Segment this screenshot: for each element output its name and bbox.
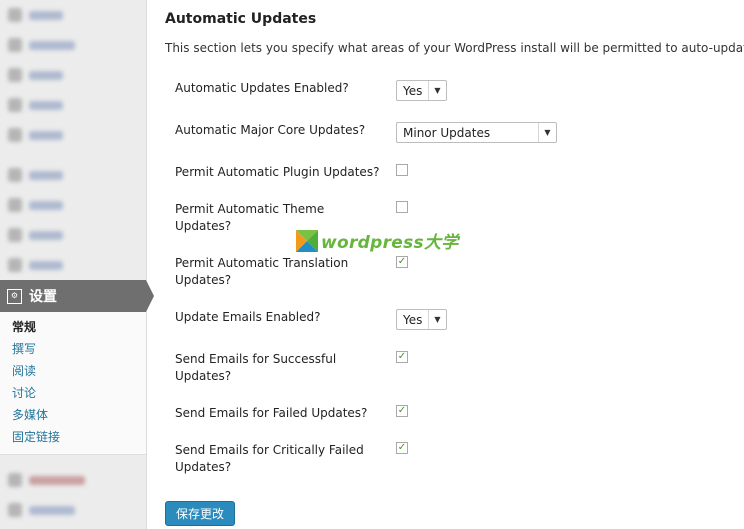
menu-icon: [8, 128, 22, 142]
setting-label-plugin-updates: Permit Automatic Plugin Updates?: [175, 165, 380, 179]
submenu-item-general[interactable]: 常规: [0, 316, 146, 338]
watermark-text: wordpress大学: [321, 233, 459, 253]
update-emails-select[interactable]: Yes ▼: [396, 309, 447, 330]
setting-label-emails-successful: Send Emails for Successful Updates?: [175, 352, 337, 383]
sidebar-item-blurred-7[interactable]: [0, 190, 146, 220]
menu-icon: [8, 228, 22, 242]
admin-sidebar: ⚙ 设置 常规 撰写 阅读 讨论 多媒体 固定链接: [0, 0, 154, 529]
menu-icon: [8, 38, 22, 52]
submenu-item-discussion[interactable]: 讨论: [0, 382, 146, 404]
sidebar-item-blurred-6[interactable]: [0, 160, 146, 190]
emails-failed-checkbox[interactable]: ✓: [396, 405, 408, 417]
updates-enabled-select[interactable]: Yes ▼: [396, 80, 447, 101]
sidebar-item-blurred-11[interactable]: [0, 495, 146, 525]
submenu-item-reading[interactable]: 阅读: [0, 360, 146, 382]
submenu-item-writing[interactable]: 撰写: [0, 338, 146, 360]
checkmark-icon: ✓: [397, 256, 407, 267]
emails-critical-checkbox[interactable]: ✓: [396, 442, 408, 454]
settings-main: Automatic Updates This section lets you …: [165, 0, 744, 529]
setting-label-update-emails: Update Emails Enabled?: [175, 310, 321, 324]
menu-icon: [8, 198, 22, 212]
menu-icon: [8, 503, 22, 517]
menu-icon: [8, 68, 22, 82]
checkmark-icon: ✓: [397, 442, 407, 453]
sidebar-item-blurred-2[interactable]: [0, 30, 146, 60]
menu-icon: [8, 473, 22, 487]
watermark-logo-icon: [296, 229, 318, 252]
menu-icon: [8, 258, 22, 272]
menu-icon: [8, 168, 22, 182]
setting-label-major-core: Automatic Major Core Updates?: [175, 123, 366, 137]
section-description: This section lets you specify what areas…: [165, 41, 744, 55]
submenu-item-media[interactable]: 多媒体: [0, 404, 146, 426]
settings-icon: ⚙: [7, 288, 22, 304]
settings-submenu: 常规 撰写 阅读 讨论 多媒体 固定链接: [0, 312, 146, 455]
sidebar-item-blurred-3[interactable]: [0, 60, 146, 90]
menu-icon: [8, 8, 22, 22]
checkmark-icon: ✓: [397, 405, 407, 416]
emails-successful-checkbox[interactable]: ✓: [396, 351, 408, 363]
save-changes-button[interactable]: 保存更改: [165, 501, 235, 526]
sidebar-settings-label: 设置: [29, 289, 57, 305]
setting-label-emails-failed: Send Emails for Failed Updates?: [175, 406, 368, 420]
major-core-updates-select[interactable]: Minor Updates ▼: [396, 122, 557, 143]
submenu-item-permalinks[interactable]: 固定链接: [0, 426, 146, 448]
sidebar-item-blurred-4[interactable]: [0, 90, 146, 120]
sidebar-item-settings[interactable]: ⚙ 设置: [0, 280, 154, 312]
translation-updates-checkbox[interactable]: ✓: [396, 256, 408, 268]
watermark: wordpress大学: [296, 228, 459, 253]
theme-updates-checkbox[interactable]: [396, 201, 408, 213]
sidebar-item-blurred-1[interactable]: [0, 0, 146, 30]
chevron-down-icon: ▼: [428, 310, 446, 329]
sidebar-item-blurred-9[interactable]: [0, 250, 146, 280]
setting-label-translation-updates: Permit Automatic Translation Updates?: [175, 256, 349, 287]
sidebar-item-blurred-8[interactable]: [0, 220, 146, 250]
sidebar-separator: [0, 150, 146, 160]
sidebar-item-blurred-10[interactable]: [0, 465, 146, 495]
chevron-down-icon: ▼: [538, 123, 556, 142]
sidebar-item-blurred-5[interactable]: [0, 120, 146, 150]
menu-icon: [8, 98, 22, 112]
setting-label-updates-enabled: Automatic Updates Enabled?: [175, 81, 349, 95]
checkmark-icon: ✓: [397, 351, 407, 362]
setting-label-emails-critical: Send Emails for Critically Failed Update…: [175, 443, 364, 474]
sidebar-separator: [0, 455, 146, 465]
section-title: Automatic Updates: [165, 11, 317, 27]
chevron-down-icon: ▼: [428, 81, 446, 100]
plugin-updates-checkbox[interactable]: [396, 164, 408, 176]
